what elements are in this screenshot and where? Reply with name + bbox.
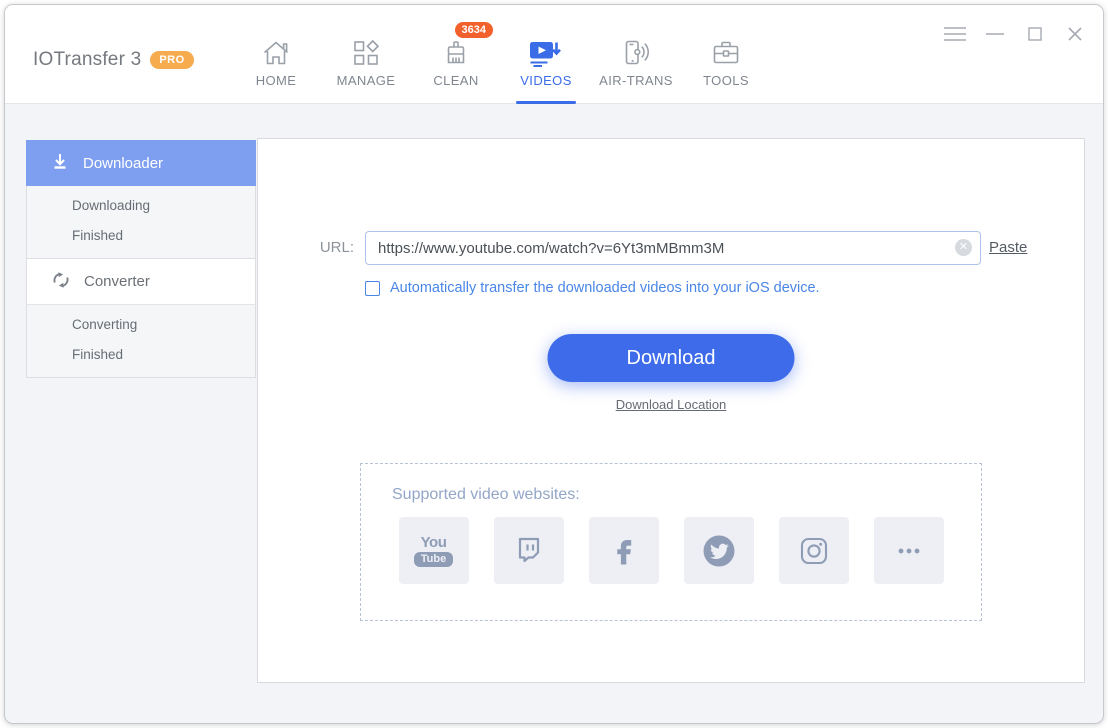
url-label: URL:: [258, 239, 354, 256]
converter-sublist: Converting Finished: [26, 305, 256, 378]
auto-transfer-label[interactable]: Automatically transfer the downloaded vi…: [390, 280, 820, 296]
home-icon: [261, 36, 291, 70]
download-location-row: Download Location: [258, 396, 1084, 414]
nav-item-clean[interactable]: 3634 CLEAN: [411, 5, 501, 104]
convert-icon: [51, 270, 71, 294]
clear-input-icon[interactable]: ✕: [955, 239, 972, 256]
header: IOTransfer 3 PRO HOME: [5, 5, 1103, 104]
clean-count-badge: 3634: [455, 22, 493, 38]
nav-label: AIR-TRANS: [599, 73, 673, 88]
nav-item-air-trans[interactable]: AIR-TRANS: [591, 5, 681, 104]
download-icon: [50, 151, 70, 175]
main-nav: HOME MANAGE 3634: [231, 5, 771, 104]
nav-label: TOOLS: [703, 73, 749, 88]
sidebar-item-downloading[interactable]: Downloading: [27, 191, 255, 221]
tools-icon: [711, 36, 741, 70]
supported-websites-label: Supported video websites:: [392, 486, 580, 504]
videos-icon: [528, 36, 564, 70]
app-logo: IOTransfer 3 PRO: [33, 49, 194, 71]
minimize-icon[interactable]: [975, 21, 1015, 47]
manage-icon: [351, 36, 381, 70]
more-sites-icon: [874, 517, 944, 584]
menu-icon[interactable]: [935, 21, 975, 47]
nav-item-videos[interactable]: VIDEOS: [501, 5, 591, 104]
app-window: IOTransfer 3 PRO HOME: [4, 4, 1104, 724]
air-trans-icon: [621, 36, 651, 70]
pro-badge: PRO: [150, 51, 193, 69]
close-icon[interactable]: [1055, 21, 1095, 47]
nav-item-home[interactable]: HOME: [231, 5, 321, 104]
download-button[interactable]: Download: [548, 334, 795, 382]
url-input[interactable]: [365, 231, 981, 265]
download-location-link[interactable]: Download Location: [616, 397, 727, 412]
downloader-sublist: Downloading Finished: [26, 186, 256, 259]
auto-transfer-row: Automatically transfer the downloaded vi…: [365, 280, 820, 296]
sidebar-item-downloader[interactable]: Downloader: [26, 140, 256, 186]
app-title: IOTransfer 3: [33, 49, 141, 71]
youtube-icon: You Tube: [399, 517, 469, 584]
facebook-icon: [589, 517, 659, 584]
nav-label: HOME: [256, 73, 297, 88]
active-tab-underline: [516, 101, 576, 104]
sidebar-item-converter[interactable]: Converter: [26, 259, 256, 305]
paste-link[interactable]: Paste: [989, 239, 1027, 256]
supported-websites-box: Supported video websites: You Tube: [360, 463, 982, 621]
sidebar-item-download-finished[interactable]: Finished: [27, 221, 255, 251]
sidebar-item-convert-finished[interactable]: Finished: [27, 340, 255, 370]
supported-site-tiles: You Tube: [361, 517, 981, 584]
sidebar-item-label: Converter: [84, 273, 150, 290]
sidebar-item-label: Downloader: [83, 155, 163, 172]
sidebar-item-converting[interactable]: Converting: [27, 310, 255, 340]
url-row: URL: ✕ Paste: [258, 231, 1084, 265]
nav-label: MANAGE: [337, 73, 396, 88]
url-input-wrap: ✕: [365, 231, 981, 265]
nav-label: VIDEOS: [520, 73, 572, 88]
sidebar: Downloader Downloading Finished Converte…: [26, 140, 256, 378]
nav-item-manage[interactable]: MANAGE: [321, 5, 411, 104]
downloader-panel: URL: ✕ Paste Automatically transfer the …: [257, 138, 1085, 683]
twitch-icon: [494, 517, 564, 584]
nav-item-tools[interactable]: TOOLS: [681, 5, 771, 104]
clean-icon: [441, 36, 471, 70]
nav-label: CLEAN: [433, 73, 478, 88]
maximize-icon[interactable]: [1015, 21, 1055, 47]
auto-transfer-checkbox[interactable]: [365, 281, 380, 296]
window-controls: [935, 21, 1095, 47]
instagram-icon: [779, 517, 849, 584]
twitter-icon: [684, 517, 754, 584]
